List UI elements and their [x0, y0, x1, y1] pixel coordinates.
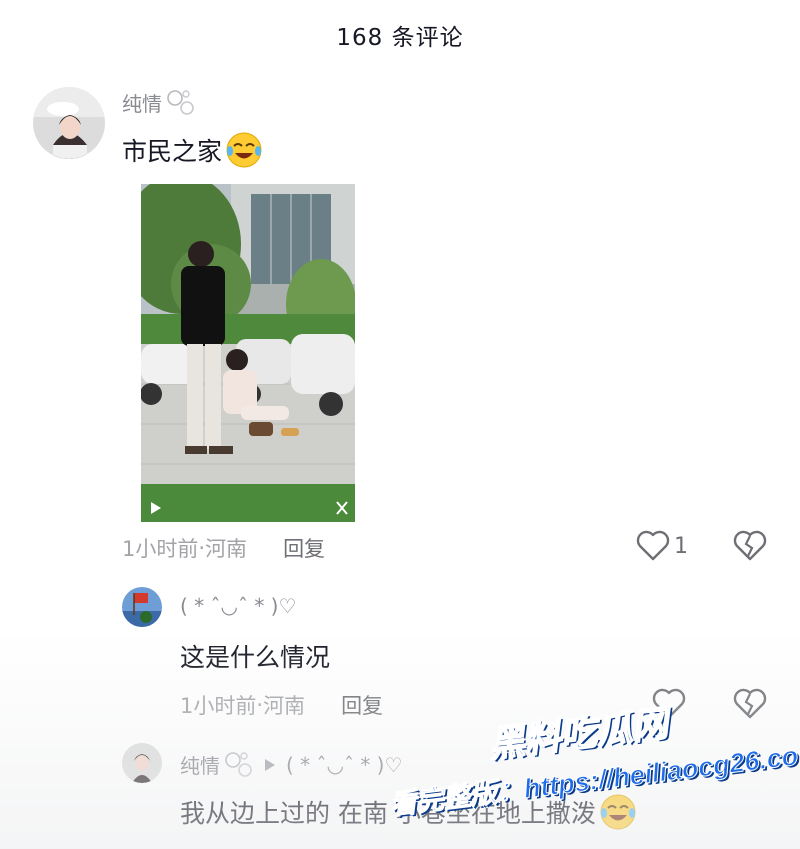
comment-text: 我从边上过的 在南 小巷坐在地上撒泼 — [180, 793, 637, 831]
reply-to-username[interactable]: ( * ˆ◡ˆ * )♡ — [286, 753, 402, 777]
comment-username[interactable]: 纯情 — [122, 88, 196, 117]
comment-meta: 1小时前 · 河南 回复 — [122, 533, 325, 563]
like-button[interactable] — [652, 688, 686, 720]
laugh-cry-emoji-icon — [225, 131, 263, 169]
avatar[interactable] — [33, 87, 105, 159]
avatar[interactable] — [122, 743, 162, 783]
meta-separator: · — [198, 536, 206, 560]
meta-separator: · — [256, 693, 264, 717]
reply-arrow-icon — [264, 758, 276, 772]
comment-time: 1小时前 — [180, 694, 257, 718]
bubble-icon — [224, 751, 254, 779]
like-count: 1 — [674, 533, 688, 559]
watermark-title: 黑料吃瓜网 — [486, 701, 671, 765]
heart-icon — [652, 688, 686, 719]
comment-count-title: 168 条评论 — [336, 25, 464, 51]
comment-location: 河南 — [205, 537, 248, 561]
comment-location: 河南 — [263, 694, 306, 718]
comment-username[interactable]: 纯情 ( * ˆ◡ˆ * )♡ — [180, 750, 402, 779]
heart-icon — [636, 530, 670, 561]
comment-image[interactable] — [141, 184, 355, 522]
dislike-button[interactable] — [733, 688, 767, 724]
comment-text: 市民之家 — [122, 131, 263, 169]
comments-header: 168 条评论 — [0, 0, 800, 70]
laugh-cry-emoji-icon — [599, 793, 637, 831]
broken-heart-icon — [733, 530, 767, 561]
broken-heart-icon — [733, 688, 767, 719]
reply-button[interactable]: 回复 — [283, 533, 325, 563]
like-button[interactable]: 1 — [636, 530, 688, 562]
comment-meta: 1小时前 · 河南 回复 — [180, 690, 383, 720]
comment-time: 1小时前 — [122, 537, 199, 561]
comment-text: 这是什么情况 — [180, 643, 331, 672]
reply-button[interactable]: 回复 — [341, 690, 383, 720]
bubble-icon — [166, 89, 196, 117]
avatar[interactable] — [122, 587, 162, 627]
dislike-button[interactable] — [733, 530, 767, 566]
comment-username[interactable]: ( * ˆ◡ˆ * )♡ — [180, 594, 296, 618]
